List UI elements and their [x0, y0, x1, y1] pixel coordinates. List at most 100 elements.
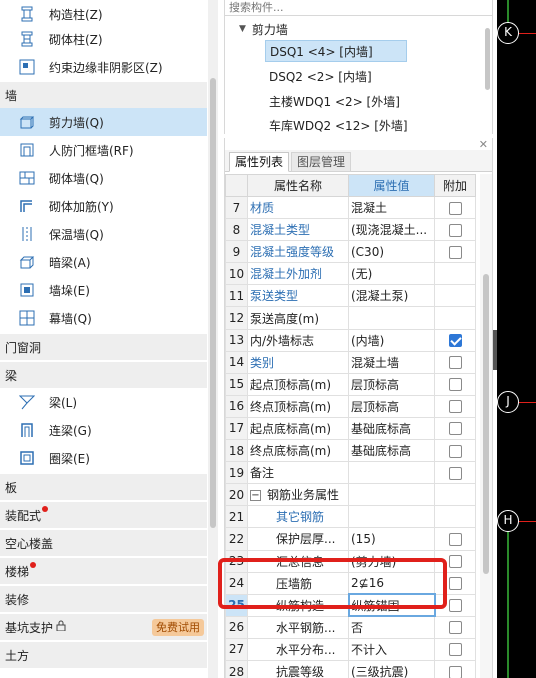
- category-decoration[interactable]: 装修: [0, 586, 207, 612]
- property-row[interactable]: 26 水平钢筋... 否: [225, 615, 476, 639]
- left-scrollbar[interactable]: [208, 0, 218, 678]
- property-value[interactable]: [348, 483, 435, 507]
- caret-down-icon[interactable]: ▼: [239, 24, 246, 34]
- property-row[interactable]: 22 保护层厚... (15): [225, 527, 476, 551]
- property-value[interactable]: (现浇混凝土...: [348, 218, 435, 242]
- property-value[interactable]: 2⊈16: [348, 571, 435, 595]
- tree-item-ring-beam[interactable]: 圈梁(E): [0, 444, 207, 472]
- tree-item-shear-wall[interactable]: 剪力墙(Q): [0, 108, 207, 136]
- property-row[interactable]: 27 水平分布... 不计入: [225, 637, 476, 661]
- property-row[interactable]: 19 备注: [225, 461, 476, 485]
- tree-group-shear-wall[interactable]: ▼ 剪力墙: [239, 18, 288, 40]
- property-value[interactable]: (混凝土泵): [348, 284, 435, 308]
- tree-item-civil-defense-wall[interactable]: 人防门框墙(RF): [0, 136, 207, 164]
- category-prefab[interactable]: 装配式: [0, 502, 207, 528]
- category-wall[interactable]: 墙: [0, 82, 207, 108]
- properties-scrollbar[interactable]: [480, 174, 492, 678]
- property-row[interactable]: 11 泵送类型 (混凝土泵): [225, 284, 476, 308]
- category-hollow-floor[interactable]: 空心楼盖: [0, 530, 207, 556]
- category-slab[interactable]: 板: [0, 474, 207, 500]
- tree-item-constructional-column[interactable]: 构造柱(Z): [0, 0, 207, 28]
- component-item[interactable]: 车库WDQ2 <12> [外墙]: [269, 114, 408, 134]
- component-item[interactable]: DSQ1 <4> [内墙]: [265, 40, 407, 62]
- property-value[interactable]: 混凝土墙: [348, 350, 435, 374]
- free-trial-badge[interactable]: 免费试用: [152, 619, 204, 636]
- property-value[interactable]: 层顶标高: [348, 394, 435, 418]
- property-value[interactable]: (内墙): [348, 328, 435, 352]
- property-value[interactable]: 不计入: [348, 637, 435, 661]
- tree-item-beam[interactable]: 梁(L): [0, 388, 207, 416]
- property-row[interactable]: 8 混凝土类型 (现浇混凝土...: [225, 218, 476, 242]
- attach-checkbox[interactable]: [448, 621, 462, 635]
- attach-checkbox[interactable]: [448, 245, 462, 259]
- attach-checkbox[interactable]: [448, 334, 462, 348]
- property-row[interactable]: 7 材质 混凝土: [225, 195, 476, 220]
- tree-item-constraint-edge[interactable]: 约束边缘非阴影区(Z): [0, 53, 207, 81]
- component-item[interactable]: 主楼WDQ1 <2> [外墙]: [269, 90, 400, 112]
- property-row[interactable]: 10 混凝土外加剂 (无): [225, 262, 476, 286]
- category-pit-support[interactable]: 基坑支护 免费试用: [0, 614, 207, 640]
- attach-checkbox[interactable]: [448, 665, 462, 678]
- property-value[interactable]: [348, 306, 435, 330]
- property-row[interactable]: 18 终点底标高(m) 基础底标高: [225, 439, 476, 463]
- property-value[interactable]: (C30): [348, 240, 435, 264]
- property-row[interactable]: 28 抗震等级 (三级抗震): [225, 659, 476, 678]
- category-door-window[interactable]: 门窗洞: [0, 334, 207, 360]
- property-row[interactable]: 21 其它钢筋: [225, 505, 476, 529]
- property-value[interactable]: 否: [348, 615, 435, 639]
- property-value-editor[interactable]: 纵筋锚固: [347, 593, 436, 618]
- property-row[interactable]: 16 终点顶标高(m) 层顶标高: [225, 394, 476, 418]
- category-beam[interactable]: 梁: [0, 362, 207, 388]
- property-value[interactable]: [348, 461, 435, 485]
- property-row[interactable]: 20− 钢筋业务属性: [225, 483, 476, 507]
- scrollbar-thumb[interactable]: [485, 28, 490, 90]
- attach-checkbox[interactable]: [448, 400, 462, 414]
- tab-property-list[interactable]: 属性列表: [229, 152, 290, 172]
- attach-checkbox[interactable]: [448, 643, 462, 657]
- category-earthwork[interactable]: 土方: [0, 642, 207, 668]
- property-value[interactable]: 基础底标高: [348, 416, 435, 441]
- tab-layer-management[interactable]: 图层管理: [291, 152, 352, 172]
- property-row[interactable]: 15 起点顶标高(m) 层顶标高: [225, 372, 476, 396]
- scrollbar-thumb[interactable]: [483, 274, 489, 574]
- property-value[interactable]: (无): [348, 262, 435, 286]
- component-item[interactable]: DSQ2 <2> [内墙]: [269, 65, 372, 87]
- attach-checkbox[interactable]: [448, 356, 462, 370]
- attach-checkbox[interactable]: [448, 577, 462, 591]
- search-input[interactable]: [225, 0, 425, 15]
- property-value[interactable]: 基础底标高: [348, 439, 435, 463]
- attach-checkbox[interactable]: [448, 378, 462, 392]
- tree-item-curtain-wall[interactable]: 幕墙(Q): [0, 304, 207, 332]
- attach-checkbox[interactable]: [448, 444, 462, 458]
- property-row[interactable]: 23 汇总信息 (剪力墙): [225, 549, 476, 573]
- tree-item-masonry-wall[interactable]: 砌体墙(Q): [0, 164, 207, 192]
- property-row[interactable]: 13 内/外墙标志 (内墙): [225, 328, 476, 352]
- property-row[interactable]: 25 纵筋构造 纵筋锚固: [225, 593, 476, 618]
- property-value[interactable]: (15): [348, 527, 435, 551]
- tree-item-hidden-beam[interactable]: 暗梁(A): [0, 248, 207, 276]
- tree-item-coupling-beam[interactable]: 连梁(G): [0, 416, 207, 444]
- tree-item-wall-pier[interactable]: 墙垛(E): [0, 276, 207, 304]
- property-value[interactable]: 层顶标高: [348, 372, 435, 396]
- tree-item-insulation-wall[interactable]: 保温墙(Q): [0, 220, 207, 248]
- tree-item-masonry-reinforcement[interactable]: 砌体加筋(Y): [0, 192, 207, 220]
- drawing-canvas[interactable]: K J H: [497, 0, 536, 678]
- attach-checkbox[interactable]: [448, 422, 462, 436]
- property-row[interactable]: 9 混凝土强度等级 (C30): [225, 240, 476, 264]
- attach-checkbox[interactable]: [448, 555, 462, 569]
- property-value[interactable]: (剪力墙): [348, 549, 435, 573]
- property-value[interactable]: [348, 505, 435, 529]
- attach-checkbox[interactable]: [448, 466, 462, 480]
- attach-checkbox[interactable]: [448, 201, 462, 215]
- property-value[interactable]: (三级抗震): [348, 659, 435, 678]
- property-row[interactable]: 17 起点底标高(m) 基础底标高: [225, 416, 476, 441]
- attach-checkbox[interactable]: [448, 532, 462, 546]
- property-value[interactable]: 混凝土: [348, 195, 435, 220]
- property-row[interactable]: 12 泵送高度(m): [225, 306, 476, 330]
- category-stair[interactable]: 楼梯: [0, 558, 207, 584]
- attach-checkbox[interactable]: [448, 223, 462, 237]
- collapse-icon[interactable]: −: [250, 490, 261, 502]
- property-row[interactable]: 24 压墙筋 2⊈16: [225, 571, 476, 595]
- attach-checkbox[interactable]: [448, 599, 462, 613]
- scrollbar-thumb[interactable]: [210, 78, 216, 528]
